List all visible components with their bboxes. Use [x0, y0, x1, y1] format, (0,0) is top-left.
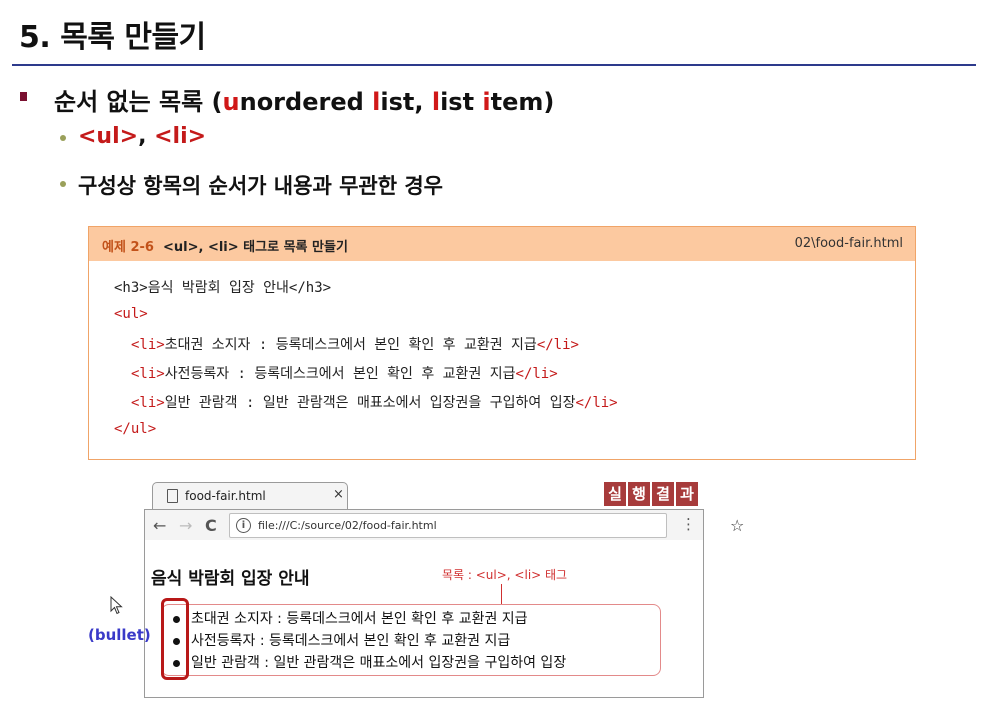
list-item: 일반 관람객 : 일반 관람객은 매표소에서 입장권을 구입하여 입장: [191, 655, 567, 671]
address-bar[interactable]: i file:///C:/source/02/food-fair.html ☆: [229, 513, 744, 538]
code-text: 사전등록자 : 등록데스크에서 본인 확인 후 교환권 지급: [164, 366, 516, 382]
example-caption: <ul>, <li> 태그로 목록 만들기: [163, 240, 348, 255]
page-heading: 음식 박람회 입장 안내: [151, 569, 310, 589]
title-divider: [12, 64, 976, 66]
browser-toolbar: ← → C i file:///C:/source/02/food-fair.h…: [144, 509, 744, 541]
ul-tag-text: <ul>: [78, 124, 139, 149]
heading-letter-u: u: [222, 88, 240, 116]
example-code-box: 예제 2-6 <ul>, <li> 태그로 목록 만들기 02\food-fai…: [88, 226, 916, 460]
heading-suffix: tem): [490, 88, 555, 116]
tag-separator: ,: [138, 124, 155, 149]
browser-tab[interactable]: food-fair.html ×: [152, 482, 348, 510]
back-arrow-icon[interactable]: ←: [153, 516, 166, 535]
heading-part-1: nordered: [239, 88, 373, 116]
code-tag: </ul>: [114, 421, 157, 437]
code-tag: <li>: [131, 366, 165, 382]
reload-icon[interactable]: C: [205, 516, 217, 535]
info-icon[interactable]: i: [236, 518, 251, 533]
section-heading: 순서 없는 목록 (unordered list, list item): [54, 82, 554, 117]
code-line-h3: <h3>음식 박람회 입장 안내</h3>: [114, 280, 332, 296]
list-callout-label: 목록 : <ul>, <li> 태그: [442, 568, 568, 582]
bullet-highlight-frame: [161, 598, 189, 680]
close-icon[interactable]: ×: [333, 487, 344, 502]
browser-window: food-fair.html × ← → C i file:///C:/sour…: [144, 482, 744, 698]
square-bullet-icon: [20, 92, 27, 101]
list-item: 초대권 소지자 : 등록데스크에서 본인 확인 후 교환권 지급: [191, 611, 528, 627]
code-tag: <li>: [131, 337, 165, 353]
code-line-li-2: <li>사전등록자 : 등록데스크에서 본인 확인 후 교환권 지급</li>: [131, 363, 558, 383]
bullet-annotation: (bullet): [88, 626, 151, 644]
code-tag: </li>: [515, 366, 558, 382]
heading-letter-l2: l: [431, 88, 441, 116]
callout-leader-line: [501, 584, 502, 604]
code-line-ul-open: <ul>: [114, 306, 148, 322]
code-tag: </li>: [536, 337, 579, 353]
browser-viewport: 음식 박람회 입장 안내 초대권 소지자 : 등록데스크에서 본인 확인 후 교…: [144, 540, 704, 698]
usage-description: 구성상 항목의 순서가 내용과 무관한 경우: [78, 174, 443, 198]
code-tag: <li>: [131, 395, 165, 411]
example-title: 예제 2-6 <ul>, <li> 태그로 목록 만들기: [102, 236, 348, 255]
menu-kebab-icon[interactable]: ⋮: [681, 515, 696, 533]
forward-arrow-icon[interactable]: →: [179, 516, 192, 535]
example-filename: 02\food-fair.html: [794, 236, 903, 251]
mouse-cursor-icon: [110, 596, 123, 615]
list-item: 사전등록자 : 등록데스크에서 본인 확인 후 교환권 지급: [191, 633, 511, 649]
tab-title: food-fair.html: [185, 489, 266, 503]
star-icon[interactable]: ☆: [730, 516, 744, 535]
url-text: file:///C:/source/02/food-fair.html: [258, 519, 437, 532]
example-number: 예제 2-6: [102, 240, 154, 255]
code-text: 일반 관람객 : 일반 관람객은 매표소에서 입장권을 구입하여 입장: [164, 395, 576, 411]
code-tag: </li>: [575, 395, 618, 411]
dot-bullet-icon: [60, 135, 66, 141]
document-icon: [167, 489, 178, 503]
code-text: 초대권 소지자 : 등록데스크에서 본인 확인 후 교환권 지급: [164, 337, 537, 353]
example-header: 예제 2-6 <ul>, <li> 태그로 목록 만들기 02\food-fai…: [89, 227, 915, 261]
heading-letter-i: i: [482, 88, 491, 116]
tag-names-line: <ul>, <li>: [78, 124, 206, 149]
code-line-ul-close: </ul>: [114, 421, 156, 437]
code-line-li-3: <li>일반 관람객 : 일반 관람객은 매표소에서 입장권을 구입하여 입장<…: [131, 392, 618, 412]
code-tag: <ul>: [114, 306, 148, 322]
heading-prefix: 순서 없는 목록 (: [54, 88, 223, 116]
slide-title: 5. 목록 만들기: [19, 20, 206, 55]
heading-part-3: ist: [440, 88, 483, 116]
code-line-li-1: <li>초대권 소지자 : 등록데스크에서 본인 확인 후 교환권 지급</li…: [131, 334, 579, 354]
li-tag-text: <li>: [154, 124, 207, 149]
dot-bullet-icon: [60, 181, 66, 187]
heading-part-2: ist,: [380, 88, 432, 116]
